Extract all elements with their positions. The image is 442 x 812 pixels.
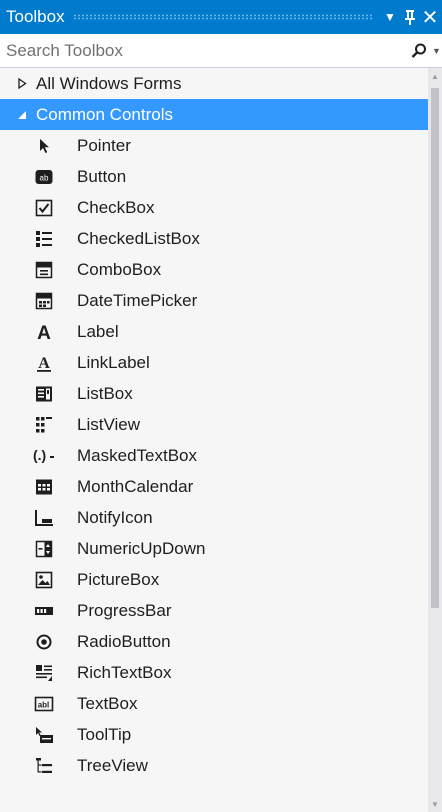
toolbox-item-textbox[interactable]: abl TextBox xyxy=(0,688,428,719)
item-label: NumericUpDown xyxy=(77,538,206,558)
svg-text:A: A xyxy=(38,355,50,372)
item-label: CheckedListBox xyxy=(77,228,200,248)
toolbox-item-picturebox[interactable]: PictureBox xyxy=(0,564,428,595)
pin-icon[interactable] xyxy=(400,0,420,34)
item-label: TextBox xyxy=(77,693,138,713)
search-bar: ▼ xyxy=(0,34,442,68)
vertical-scrollbar[interactable]: ▲ ▼ xyxy=(428,68,442,812)
notifyicon-icon xyxy=(33,507,55,529)
group-label: All Windows Forms xyxy=(36,73,182,93)
linklabel-icon: A xyxy=(33,352,55,374)
maskedtextbox-icon: (.) xyxy=(33,445,55,467)
datetimepicker-icon xyxy=(33,290,55,312)
window-position-dropdown-icon[interactable]: ▼ xyxy=(380,0,400,34)
item-label: ProgressBar xyxy=(77,600,172,620)
svg-text:abl: abl xyxy=(38,700,50,709)
group-all-windows-forms[interactable]: All Windows Forms xyxy=(0,68,428,99)
label-icon: A xyxy=(33,321,55,343)
toolbox-window: Toolbox ▼ ✕ ▼ All xyxy=(0,0,442,812)
toolbox-item-datetimepicker[interactable]: DateTimePicker xyxy=(0,285,428,316)
progressbar-icon xyxy=(33,600,55,622)
item-label: Pointer xyxy=(77,135,131,155)
treeview-icon xyxy=(33,755,55,777)
toolbox-list: All Windows Forms Common Controls Pointe… xyxy=(0,68,428,812)
item-label: NotifyIcon xyxy=(77,507,153,527)
svg-text:(.): (.) xyxy=(33,447,46,463)
group-label: Common Controls xyxy=(36,104,173,124)
item-label: TreeView xyxy=(77,755,148,775)
item-label: ComboBox xyxy=(77,259,162,279)
numericupdown-icon xyxy=(33,538,55,560)
item-label: MonthCalendar xyxy=(77,476,194,496)
scroll-thumb[interactable] xyxy=(431,88,439,608)
svg-text:ab: ab xyxy=(40,173,49,182)
tooltip-icon xyxy=(33,724,55,746)
search-input[interactable] xyxy=(0,34,406,67)
scroll-up-arrow-icon[interactable]: ▲ xyxy=(428,68,442,84)
toolbox-item-listview[interactable]: ListView xyxy=(0,409,428,440)
toolbox-item-listbox[interactable]: ListBox xyxy=(0,378,428,409)
toolbox-item-checkbox[interactable]: CheckBox xyxy=(0,192,428,223)
window-title: Toolbox xyxy=(6,7,65,26)
search-options-dropdown-icon[interactable]: ▼ xyxy=(432,46,441,56)
toolbox-item-label[interactable]: A Label xyxy=(0,316,428,347)
item-label: Button xyxy=(77,166,127,186)
toolbox-item-combobox[interactable]: ComboBox xyxy=(0,254,428,285)
item-label: PictureBox xyxy=(77,569,160,589)
toolbox-item-button[interactable]: ab Button xyxy=(0,161,428,192)
checkedlistbox-icon xyxy=(33,228,55,250)
title-bar[interactable]: Toolbox ▼ ✕ xyxy=(0,0,442,34)
item-label: ToolTip xyxy=(77,724,132,744)
checkbox-icon xyxy=(33,197,55,219)
close-icon[interactable]: ✕ xyxy=(420,0,440,34)
picturebox-icon xyxy=(33,569,55,591)
item-label: Label xyxy=(77,321,119,341)
expand-arrow-icon[interactable] xyxy=(16,78,28,89)
radiobutton-icon xyxy=(33,631,55,653)
toolbox-item-treeview[interactable]: TreeView xyxy=(0,750,428,781)
toolbox-item-monthcalendar[interactable]: MonthCalendar xyxy=(0,471,428,502)
search-icon[interactable] xyxy=(406,36,432,66)
svg-text:A: A xyxy=(37,323,51,342)
item-label: ListBox xyxy=(77,383,133,403)
toolbox-item-linklabel[interactable]: A LinkLabel xyxy=(0,347,428,378)
toolbox-item-notifyicon[interactable]: NotifyIcon xyxy=(0,502,428,533)
collapse-arrow-icon[interactable] xyxy=(16,110,28,120)
title-grip[interactable] xyxy=(72,14,372,20)
combobox-icon xyxy=(33,259,55,281)
pointer-icon xyxy=(33,135,55,157)
button-icon: ab xyxy=(33,166,55,188)
toolbox-item-tooltip[interactable]: ToolTip xyxy=(0,719,428,750)
item-label: RadioButton xyxy=(77,631,171,651)
toolbox-item-pointer[interactable]: Pointer xyxy=(0,130,428,161)
listbox-icon xyxy=(33,383,55,405)
listview-icon xyxy=(33,414,55,436)
item-label: CheckBox xyxy=(77,197,155,217)
toolbox-item-numericupdown[interactable]: NumericUpDown xyxy=(0,533,428,564)
scroll-down-arrow-icon[interactable]: ▼ xyxy=(428,796,442,812)
group-common-controls[interactable]: Common Controls xyxy=(0,99,428,130)
textbox-icon: abl xyxy=(33,693,55,715)
richtextbox-icon xyxy=(33,662,55,684)
monthcalendar-icon xyxy=(33,476,55,498)
toolbox-item-richtextbox[interactable]: RichTextBox xyxy=(0,657,428,688)
toolbox-item-progressbar[interactable]: ProgressBar xyxy=(0,595,428,626)
item-label: RichTextBox xyxy=(77,662,172,682)
toolbox-item-maskedtextbox[interactable]: (.) MaskedTextBox xyxy=(0,440,428,471)
item-label: LinkLabel xyxy=(77,352,150,372)
item-label: ListView xyxy=(77,414,140,434)
toolbox-item-radiobutton[interactable]: RadioButton xyxy=(0,626,428,657)
toolbox-item-checkedlistbox[interactable]: CheckedListBox xyxy=(0,223,428,254)
item-label: DateTimePicker xyxy=(77,290,198,310)
item-label: MaskedTextBox xyxy=(77,445,197,465)
